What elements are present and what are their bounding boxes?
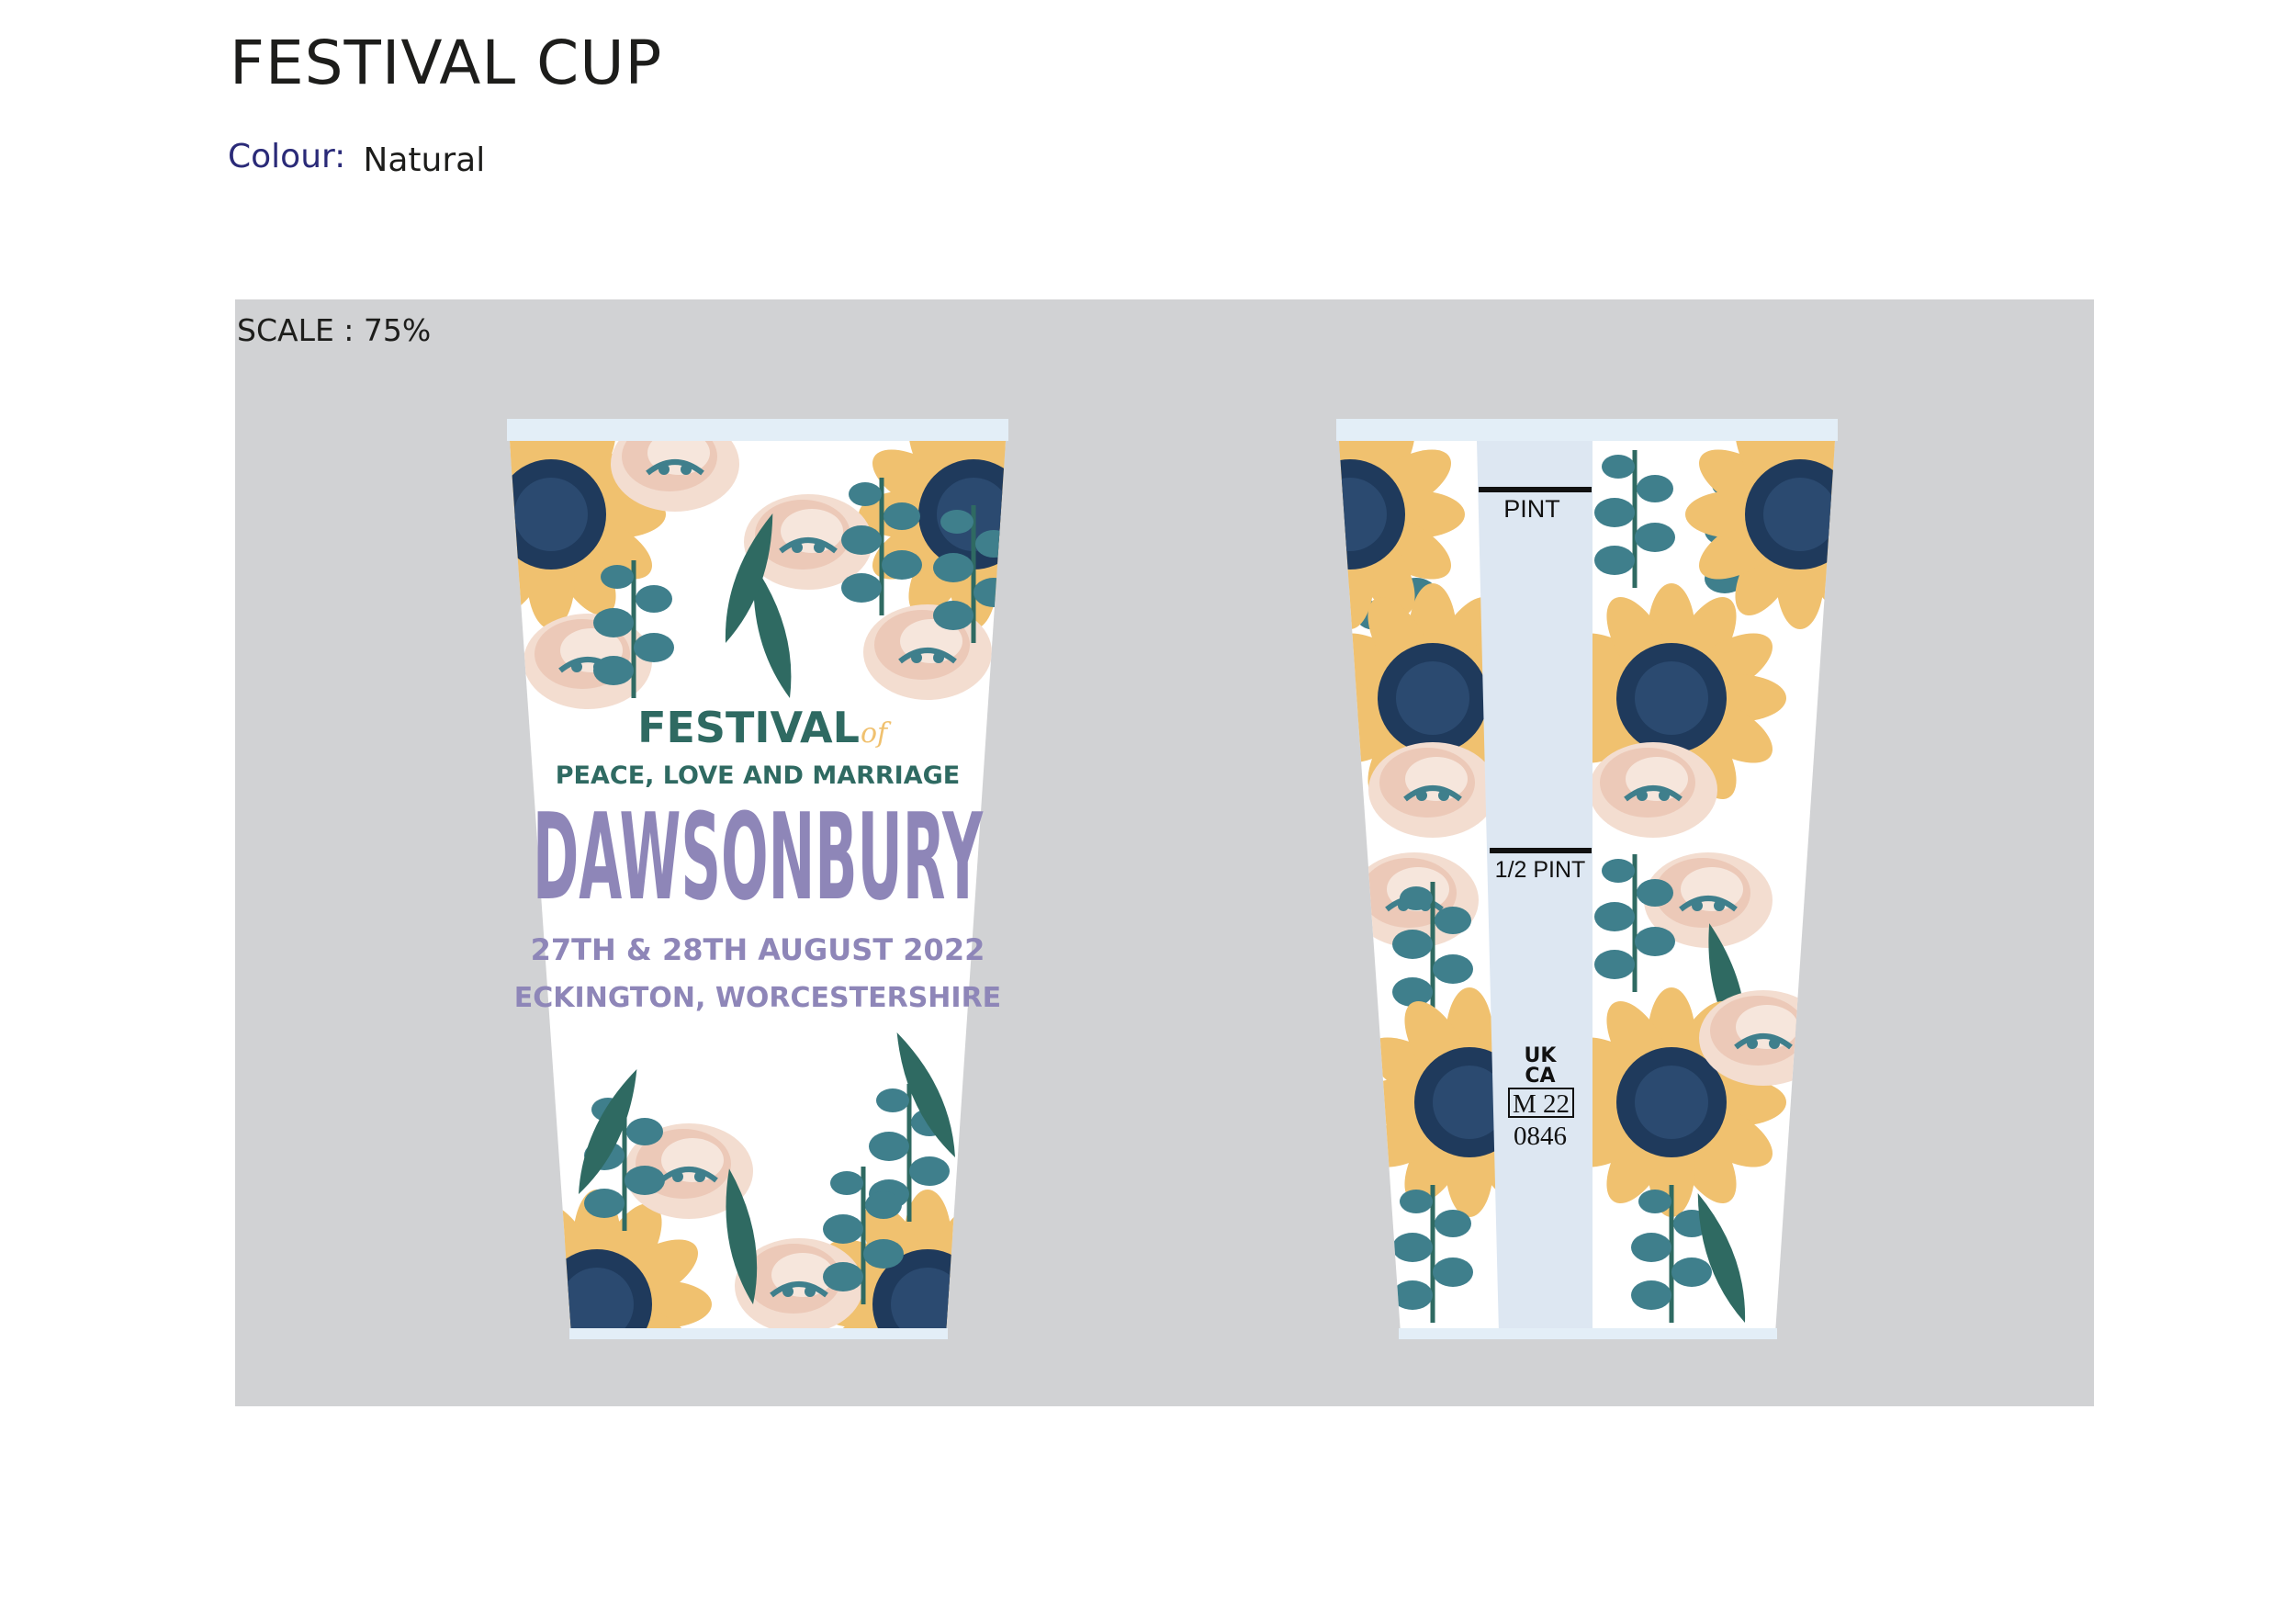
ukca-mark-icon: UK CA — [1525, 1044, 1558, 1088]
festival-subheading: PEACE, LOVE AND MARRIAGE — [556, 761, 960, 790]
cup-front: FESTIVAL of PEACE, LOVE AND MARRIAGE DAW… — [507, 419, 1008, 1339]
event-location: ECKINGTON, WORCESTERSHIRE — [514, 982, 1001, 1014]
ukca-mark-bottom: CA — [1525, 1065, 1555, 1088]
cup-back: PINT 1/2 PINT UK CA M 22 0846 — [1336, 419, 1838, 1339]
metrology-mark: M 22 — [1513, 1089, 1570, 1119]
cup-artwork: FESTIVAL of PEACE, LOVE AND MARRIAGE DAW… — [507, 419, 1838, 1339]
event-name: DAWSONBURY — [533, 787, 984, 927]
notified-body-number: 0846 — [1514, 1122, 1567, 1151]
half-pint-label: 1/2 PINT — [1495, 857, 1586, 883]
event-date: 27TH & 28TH AUGUST 2022 — [531, 932, 985, 967]
festival-of-script: of — [861, 717, 892, 750]
festival-heading: FESTIVAL — [637, 703, 860, 752]
pint-label: PINT — [1503, 495, 1560, 523]
